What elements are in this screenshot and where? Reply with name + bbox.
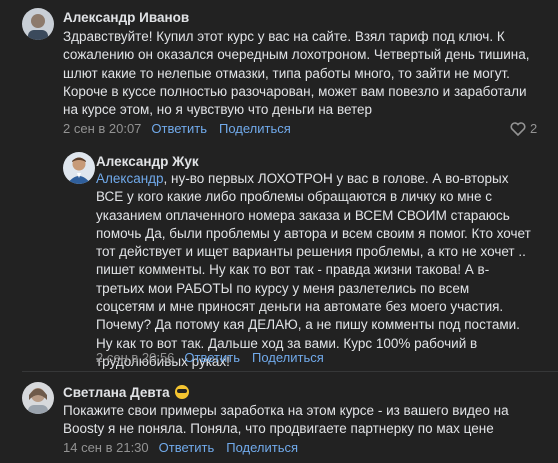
share-button[interactable]: Поделиться [219, 121, 291, 136]
avatar[interactable] [63, 152, 95, 184]
comment-author[interactable]: Александр Жук [96, 154, 199, 169]
comment-meta: 2 сен в 20:56 Ответить Поделиться [96, 350, 324, 365]
comment-date[interactable]: 2 сен в 20:56 [96, 350, 174, 365]
comment-text: Александр, ну-во первых ЛОХОТРОН у вас в… [96, 170, 531, 371]
comment-author[interactable]: Светлана Девта [63, 385, 189, 400]
avatar[interactable] [22, 8, 54, 40]
comment-date[interactable]: 14 сен в 21:30 [63, 440, 149, 455]
avatar[interactable] [22, 382, 54, 414]
reply-button[interactable]: Ответить [159, 440, 215, 455]
like-count: 2 [530, 121, 538, 136]
comment-meta: 14 сен в 21:30 Ответить Поделиться [63, 440, 298, 455]
mention-link[interactable]: Александр [96, 171, 164, 186]
share-button[interactable]: Поделиться [252, 350, 324, 365]
comment-text: Здравствуйте! Купил этот курс у вас на с… [63, 29, 530, 118]
comment-date[interactable]: 2 сен в 20:07 [63, 121, 141, 136]
divider [22, 371, 558, 372]
share-button[interactable]: Поделиться [226, 440, 298, 455]
reply-button[interactable]: Ответить [151, 121, 207, 136]
sunglasses-emoji-icon [174, 385, 189, 399]
like-button[interactable]: 2 [510, 121, 537, 136]
comment-author[interactable]: Александр Иванов [63, 10, 189, 25]
heart-icon [510, 121, 526, 136]
comment-body: , ну-во первых ЛОХОТРОН у вас в голове. … [96, 171, 531, 369]
comment-text: Покажите свои примеры заработка на этом … [63, 403, 509, 437]
author-name: Светлана Девта [63, 385, 170, 400]
reply-button[interactable]: Ответить [184, 350, 240, 365]
comment-meta: 2 сен в 20:07 Ответить Поделиться [63, 121, 291, 136]
